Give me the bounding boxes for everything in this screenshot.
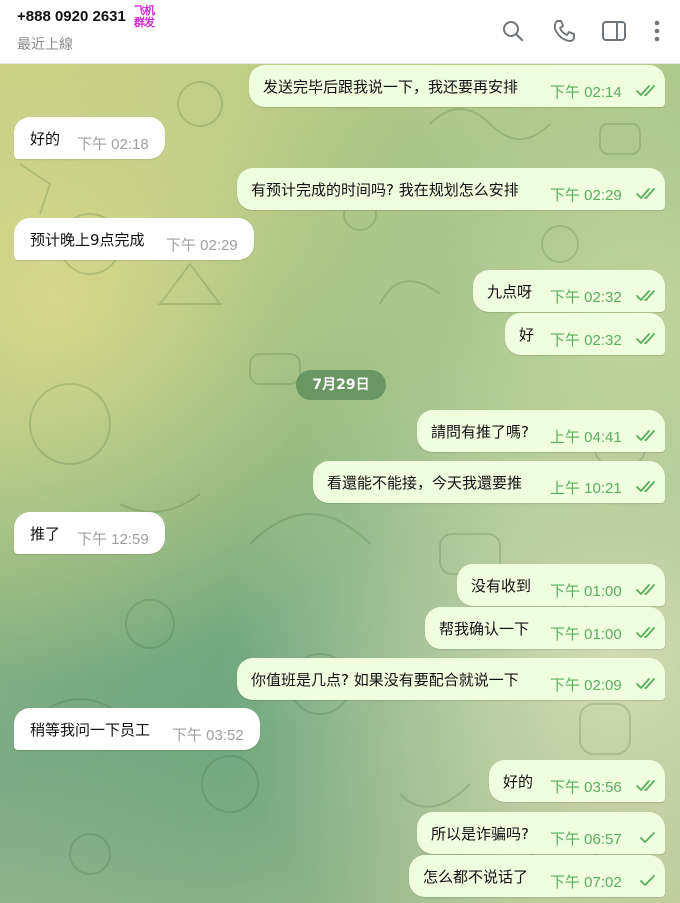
double-check-icon	[636, 430, 655, 441]
message-text: 预计晚上9点完成	[30, 231, 145, 249]
message-time: 下午 03:52	[172, 727, 244, 744]
message-outgoing[interactable]: 有预计完成的时间吗? 我在规划怎么安排 下午 02:29	[237, 168, 665, 210]
message-text: 有预计完成的时间吗? 我在规划怎么安排	[251, 181, 519, 199]
message-time: 下午 02:18	[77, 136, 149, 153]
message-time: 上午 04:41	[550, 429, 622, 446]
message-text: 你值班是几点? 如果没有要配合就说一下	[251, 671, 519, 689]
message-outgoing[interactable]: 怎么都不说话了 下午 07:02	[409, 855, 665, 897]
message-outgoing[interactable]: 没有收到 下午 01:00	[457, 564, 665, 606]
message-outgoing[interactable]: 看還能不能接，今天我還要推 上午 10:21	[313, 461, 665, 503]
last-seen-status: 最近上線	[17, 37, 73, 53]
message-text: 发送完毕后跟我说一下，我还要再安排	[263, 78, 519, 96]
double-check-icon	[636, 780, 655, 791]
message-text: 推了	[30, 525, 61, 543]
message-text: 好的	[30, 130, 61, 148]
message-outgoing[interactable]: 好 下午 02:32	[505, 313, 665, 355]
double-check-icon	[636, 333, 655, 344]
message-outgoing[interactable]: 帮我确认一下 下午 01:00	[425, 607, 665, 649]
message-outgoing[interactable]: 好的 下午 03:56	[489, 760, 665, 802]
message-time: 下午 02:14	[550, 84, 622, 101]
message-time: 下午 02:32	[550, 332, 622, 349]
message-outgoing[interactable]: 請問有推了嗎? 上午 04:41	[417, 410, 665, 452]
badge-line-2: 群发	[134, 16, 155, 29]
double-check-icon	[636, 85, 655, 96]
double-check-icon	[636, 188, 655, 199]
message-outgoing[interactable]: 你值班是几点? 如果没有要配合就说一下 下午 02:09	[237, 658, 665, 700]
message-time: 下午 01:00	[550, 583, 622, 600]
message-outgoing[interactable]: 所以是诈骗吗? 下午 06:57	[417, 812, 665, 854]
double-check-icon	[636, 290, 655, 301]
message-text: 没有收到	[471, 577, 532, 595]
message-time: 上午 10:21	[550, 480, 622, 497]
message-time: 下午 06:57	[550, 831, 622, 848]
group-send-badge: 飞机 群发	[134, 5, 162, 31]
message-text: 稍等我问一下员工	[30, 721, 151, 739]
double-check-icon	[636, 678, 655, 689]
check-icon	[640, 832, 655, 843]
chat-header: +888 0920 2631 飞机 群发 最近上線	[0, 0, 680, 64]
message-incoming[interactable]: 稍等我问一下员工 下午 03:52	[14, 708, 260, 750]
message-time: 下午 03:56	[550, 779, 622, 796]
contact-name[interactable]: +888 0920 2631	[17, 8, 126, 25]
message-time: 下午 07:02	[550, 874, 622, 891]
message-text: 請問有推了嗎?	[431, 423, 529, 441]
message-time: 下午 02:32	[550, 289, 622, 306]
message-outgoing[interactable]: 九点呀 下午 02:32	[473, 270, 665, 312]
search-icon[interactable]	[500, 18, 526, 44]
message-time: 下午 02:29	[166, 237, 238, 254]
double-check-icon	[636, 481, 655, 492]
message-text: 怎么都不说话了	[423, 868, 529, 886]
message-incoming[interactable]: 推了 下午 12:59	[14, 512, 165, 554]
phone-icon[interactable]	[551, 18, 577, 44]
message-text: 帮我确认一下	[439, 620, 530, 638]
message-time: 下午 02:09	[550, 677, 622, 694]
sidebar-toggle-icon[interactable]	[601, 18, 627, 44]
message-time: 下午 01:00	[550, 626, 622, 643]
message-incoming[interactable]: 好的 下午 02:18	[14, 117, 165, 159]
check-icon	[640, 875, 655, 886]
double-check-icon	[636, 584, 655, 595]
message-text: 好的	[503, 773, 534, 791]
message-text: 九点呀	[487, 283, 533, 301]
message-incoming[interactable]: 预计晚上9点完成 下午 02:29	[14, 218, 254, 260]
message-text: 好	[519, 326, 535, 344]
message-text: 所以是诈骗吗?	[431, 825, 529, 843]
date-separator: 7月29日	[296, 370, 386, 400]
double-check-icon	[636, 627, 655, 638]
more-vertical-icon[interactable]	[644, 18, 670, 44]
message-text: 看還能不能接，今天我還要推	[327, 474, 523, 492]
message-outgoing[interactable]: 发送完毕后跟我说一下，我还要再安排 下午 02:14	[249, 65, 665, 107]
chat-window: +888 0920 2631 飞机 群发 最近上線 发送完毕后跟我说一下，我还要…	[0, 0, 680, 903]
message-time: 下午 02:29	[550, 187, 622, 204]
message-time: 下午 12:59	[77, 531, 149, 548]
